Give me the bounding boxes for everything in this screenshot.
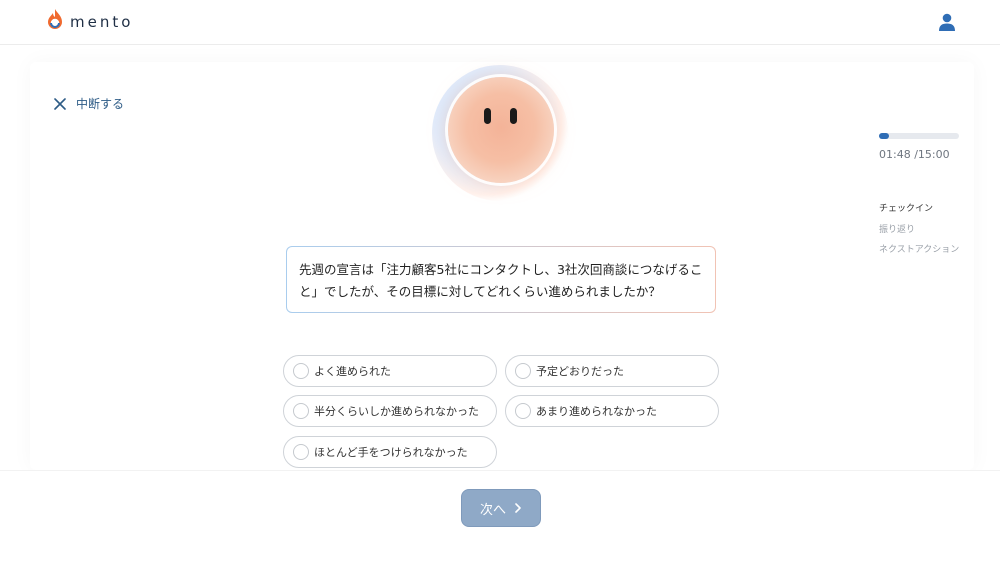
step-review: 振り返り	[879, 224, 916, 235]
option-little-progressed[interactable]: あまり進められなかった	[505, 395, 719, 427]
option-label: ほとんど手をつけられなかった	[314, 446, 468, 459]
session-progress-bar	[879, 133, 959, 139]
option-half-progressed[interactable]: 半分くらいしか進められなかった	[283, 395, 497, 427]
character-left-eye	[484, 108, 491, 124]
next-button-label: 次へ	[479, 502, 506, 518]
logo[interactable]: mento	[44, 6, 133, 34]
abort-label: 中断する	[76, 97, 125, 111]
radio-icon	[515, 363, 531, 379]
radio-icon	[293, 444, 309, 460]
chevron-right-icon	[515, 503, 521, 513]
option-label: 予定どおりだった	[536, 365, 624, 378]
option-well-progressed[interactable]: よく進められた	[283, 355, 497, 387]
option-label: 半分くらいしか進められなかった	[314, 405, 479, 418]
abort-button[interactable]: 中断する	[54, 95, 124, 112]
session-progress-fill	[879, 133, 889, 139]
mento-flame-logo-icon	[48, 9, 62, 29]
question-box: 先週の宣言は「注力顧客5社にコンタクトし、3社次回商談につなげること」でしたが、…	[286, 246, 716, 313]
session-timer: 01:48 /15:00	[879, 148, 950, 161]
logo-text: mento	[70, 13, 134, 31]
character-right-eye	[510, 108, 517, 124]
option-barely-started[interactable]: ほとんど手をつけられなかった	[283, 436, 497, 468]
timer-total: /15:00	[914, 148, 950, 161]
step-next-action: ネクストアクション	[879, 245, 960, 255]
user-icon[interactable]	[937, 12, 957, 32]
next-button[interactable]: 次へ	[461, 489, 541, 527]
step-list: チェックイン 振り返り ネクストアクション	[879, 199, 959, 261]
radio-icon	[293, 363, 309, 379]
close-icon	[54, 97, 66, 110]
radio-icon	[293, 403, 309, 419]
question-text: 先週の宣言は「注力顧客5社にコンタクトし、3社次回商談につなげること」でしたが、…	[299, 262, 703, 299]
step-checkin: チェックイン	[879, 204, 934, 214]
option-label: よく進められた	[314, 365, 391, 378]
option-label: あまり進められなかった	[536, 405, 657, 418]
character-avatar	[448, 77, 554, 183]
app-header: mento	[0, 0, 1000, 45]
timer-elapsed: 01:48	[879, 148, 911, 161]
option-as-planned[interactable]: 予定どおりだった	[505, 355, 719, 387]
radio-icon	[515, 403, 531, 419]
